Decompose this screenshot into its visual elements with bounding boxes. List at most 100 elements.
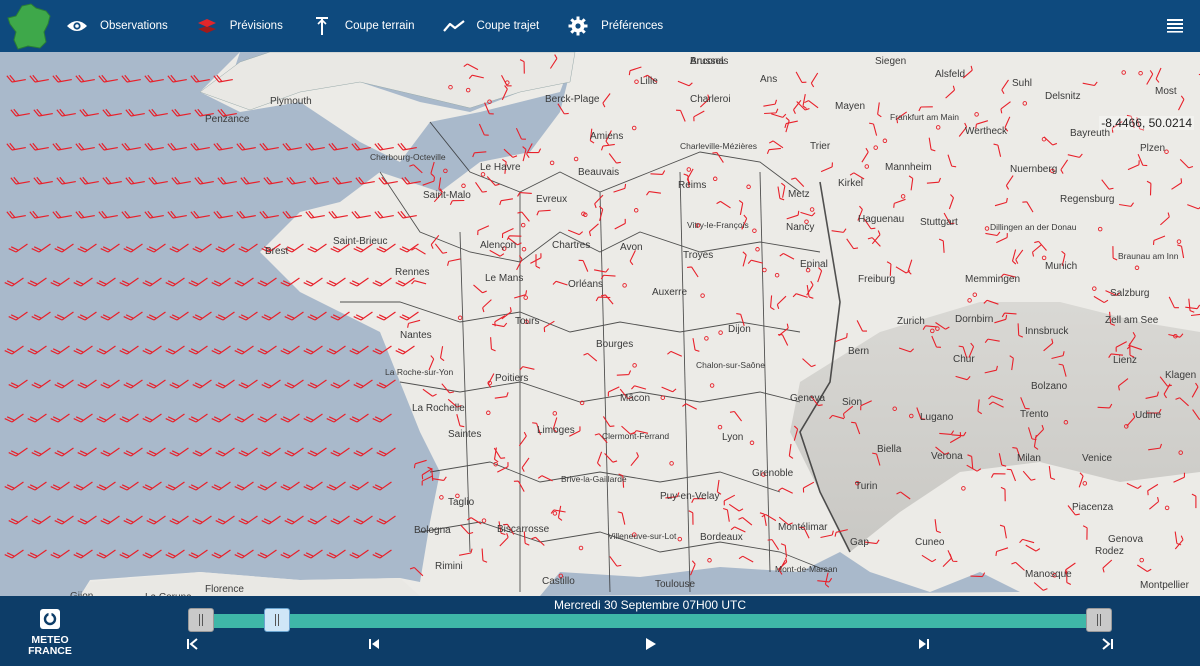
wind-barb bbox=[326, 277, 346, 287]
nav-observations[interactable]: Observations bbox=[64, 0, 168, 52]
wind-barb bbox=[795, 71, 807, 83]
wind-barb bbox=[712, 151, 724, 163]
wind-barb bbox=[729, 410, 743, 422]
city-label: Clermont-Ferrand bbox=[602, 431, 669, 441]
wind-barb bbox=[947, 154, 957, 168]
station-dot bbox=[718, 330, 723, 335]
station-dot bbox=[669, 461, 674, 466]
city-label: Regensburg bbox=[1060, 194, 1114, 205]
wind-barb bbox=[434, 243, 448, 254]
wind-barb bbox=[776, 295, 787, 309]
wind-barb bbox=[594, 194, 604, 209]
wind-barb bbox=[407, 319, 421, 328]
station-dot bbox=[622, 283, 627, 288]
wind-barb bbox=[728, 503, 744, 512]
wind-barb bbox=[1174, 535, 1184, 550]
city-label: Biella bbox=[877, 444, 902, 455]
wind-barb bbox=[458, 548, 473, 556]
nav-previsions-label: Prévisions bbox=[229, 20, 283, 32]
city-label: Epinal bbox=[800, 259, 828, 270]
timeline-start-handle[interactable] bbox=[188, 608, 214, 632]
city-label: Kirkel bbox=[838, 178, 863, 189]
wind-barb bbox=[492, 322, 508, 328]
wind-barb bbox=[676, 109, 686, 122]
meteo-france-logo: METEO FRANCE bbox=[22, 608, 78, 658]
wind-barb bbox=[791, 177, 805, 187]
wind-barb bbox=[516, 255, 523, 271]
nav-coupe-trajet-label: Coupe trajet bbox=[476, 20, 540, 32]
city-label: Rennes bbox=[395, 267, 429, 278]
weather-map[interactable]: Brussels Siegen Alsfeld Suhl Plymouth Penzanc… bbox=[0, 52, 1200, 596]
atlantic-ocean bbox=[0, 52, 575, 596]
city-label: Evreux bbox=[536, 194, 567, 205]
wind-barb bbox=[1190, 309, 1200, 317]
wind-barb bbox=[411, 280, 427, 285]
wind-barb bbox=[871, 230, 881, 245]
wind-barb bbox=[1025, 544, 1041, 552]
timeline-end-handle[interactable] bbox=[1086, 608, 1112, 632]
wind-barb bbox=[1048, 466, 1056, 481]
city-label: Chartres bbox=[552, 240, 590, 251]
wind-barb bbox=[482, 299, 492, 313]
wind-barb bbox=[374, 210, 394, 219]
wind-barb bbox=[996, 233, 1008, 244]
nav-coupe-terrain[interactable]: Coupe terrain bbox=[309, 0, 415, 52]
station-dot bbox=[481, 518, 487, 523]
wind-barb bbox=[583, 352, 598, 362]
city-label: Avon bbox=[620, 242, 643, 253]
wind-barb bbox=[788, 443, 794, 459]
wind-barb bbox=[578, 259, 589, 272]
wind-barb bbox=[630, 452, 639, 467]
station-dot bbox=[686, 167, 692, 172]
station-dot bbox=[717, 424, 723, 430]
wind-barb bbox=[613, 183, 627, 193]
step-back-icon[interactable] bbox=[366, 636, 382, 652]
city-label: Piacenza bbox=[1072, 502, 1114, 513]
wind-barb bbox=[1022, 201, 1034, 213]
wind-barb bbox=[766, 147, 781, 155]
hamburger-menu-icon[interactable] bbox=[1166, 16, 1184, 34]
city-label: Reims bbox=[678, 180, 706, 191]
timeline-current-handle[interactable] bbox=[264, 608, 291, 632]
wind-barb bbox=[518, 431, 527, 447]
station-dot bbox=[523, 295, 528, 300]
city-label: Stuttgart bbox=[920, 217, 958, 228]
skip-to-start-icon[interactable] bbox=[184, 636, 200, 652]
city-label: Udine bbox=[1135, 410, 1162, 421]
wind-barb bbox=[1187, 204, 1200, 210]
station-dot bbox=[549, 160, 555, 166]
station-dot bbox=[578, 545, 584, 551]
wind-barb bbox=[481, 548, 488, 563]
city-label: Frankfurt am Main bbox=[890, 112, 959, 122]
nav-coupe-trajet[interactable]: Coupe trajet bbox=[441, 0, 540, 52]
wind-barb bbox=[1152, 235, 1166, 245]
station-dot bbox=[1022, 101, 1028, 106]
city-label: Amiens bbox=[590, 131, 623, 142]
wind-barb bbox=[1171, 178, 1183, 190]
wind-barb bbox=[1179, 159, 1194, 169]
nav-preferences[interactable]: Préférences bbox=[565, 0, 663, 52]
timeline-track[interactable] bbox=[196, 614, 1100, 628]
wind-barb bbox=[877, 102, 882, 118]
wind-barb bbox=[501, 228, 514, 239]
station-dot bbox=[704, 336, 709, 341]
skip-to-end-icon[interactable] bbox=[1100, 636, 1116, 652]
station-dot bbox=[521, 246, 527, 252]
france-logo[interactable] bbox=[6, 2, 54, 52]
map-canvas[interactable]: Brussels SiegenAlsfeldSuhlPlymouthPenzanc… bbox=[0, 52, 1200, 596]
city-label: Geneva bbox=[790, 393, 825, 404]
wind-barb bbox=[786, 210, 800, 220]
wind-barb bbox=[1137, 564, 1152, 573]
station-dot bbox=[974, 112, 979, 117]
wind-barb bbox=[742, 251, 747, 267]
step-forward-icon[interactable] bbox=[916, 636, 932, 652]
station-dot bbox=[961, 486, 966, 491]
station-dot bbox=[900, 194, 906, 199]
station-dot bbox=[984, 226, 990, 231]
wind-barb bbox=[738, 199, 744, 216]
city-label: Innsbruck bbox=[1025, 326, 1069, 337]
nav-previsions[interactable]: Prévisions bbox=[194, 0, 283, 52]
play-icon[interactable] bbox=[642, 636, 658, 652]
station-dot bbox=[707, 558, 712, 563]
station-dot bbox=[972, 292, 978, 297]
